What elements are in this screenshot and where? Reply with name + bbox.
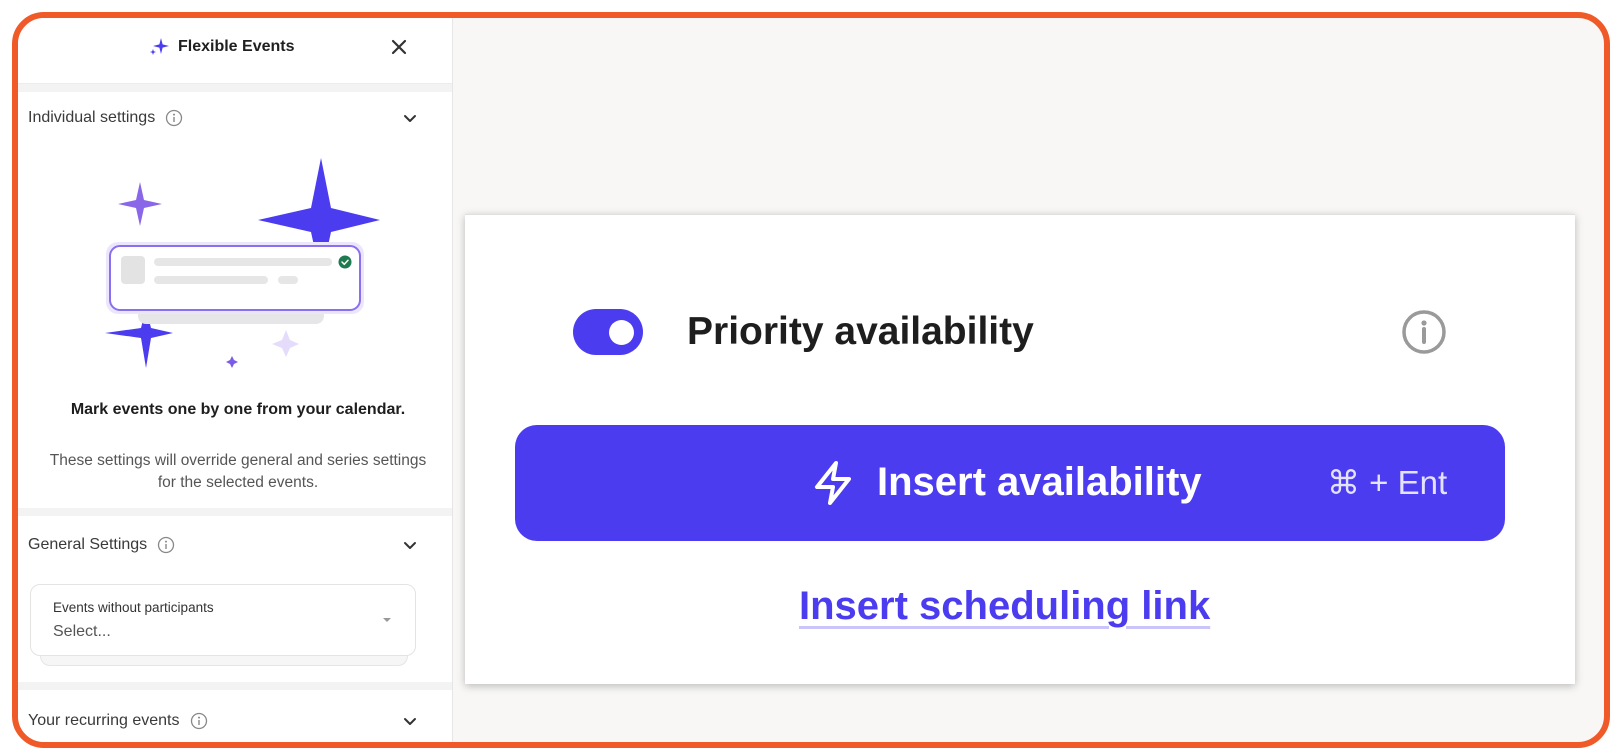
main-area: Priority availability Insert availabilit… (453, 18, 1604, 742)
priority-availability-toggle[interactable] (573, 309, 643, 355)
priority-availability-label: Priority availability (687, 310, 1034, 353)
keyboard-shortcut-hint: ⌘ + Ent (1327, 464, 1448, 501)
insert-availability-button[interactable]: Insert availability ⌘ + Ent (515, 425, 1505, 541)
sparkle-icon (150, 38, 169, 55)
info-icon[interactable] (157, 536, 175, 554)
general-settings-label: General Settings (28, 536, 148, 553)
flexible-events-sidebar: Flexible Events Individual settings Mark… (18, 18, 453, 742)
individual-settings-label: Individual settings (28, 109, 156, 126)
chevron-down-icon[interactable] (400, 535, 420, 555)
insert-availability-label: Insert availability (877, 460, 1202, 504)
info-icon[interactable] (1399, 307, 1449, 357)
empty-state-description: These settings will override general and… (49, 452, 427, 491)
availability-card: Priority availability Insert availabilit… (465, 214, 1575, 684)
app-frame: Flexible Events Individual settings Mark… (12, 12, 1610, 748)
chevron-down-icon[interactable] (400, 108, 420, 128)
close-icon[interactable] (386, 34, 412, 60)
toggle-knob (609, 320, 634, 345)
select-value: Select... (53, 623, 111, 640)
sidebar-title: Flexible Events (148, 36, 295, 58)
events-illustration (105, 158, 380, 368)
recurring-events-label: Your recurring events (28, 712, 180, 729)
empty-state-title: Mark events one by one from your calenda… (70, 401, 406, 418)
general-settings-header[interactable]: General Settings (28, 530, 418, 560)
select-label: Events without participants (53, 600, 214, 615)
sidebar-header: Flexible Events (18, 18, 452, 84)
caret-down-icon[interactable] (381, 615, 393, 625)
events-without-participants-select[interactable]: Events without participants Select... (30, 584, 416, 656)
chevron-down-icon[interactable] (400, 711, 420, 731)
sidebar-title-text: Flexible Events (178, 38, 295, 55)
recurring-events-header[interactable]: Your recurring events (28, 706, 418, 736)
insert-scheduling-link[interactable]: Insert scheduling link (799, 581, 1210, 631)
info-icon[interactable] (165, 109, 183, 127)
divider (18, 84, 452, 92)
divider (18, 508, 452, 516)
info-icon[interactable] (190, 712, 208, 730)
lightning-bolt-icon (815, 461, 851, 505)
individual-settings-header[interactable]: Individual settings (28, 103, 418, 133)
divider (18, 682, 452, 690)
